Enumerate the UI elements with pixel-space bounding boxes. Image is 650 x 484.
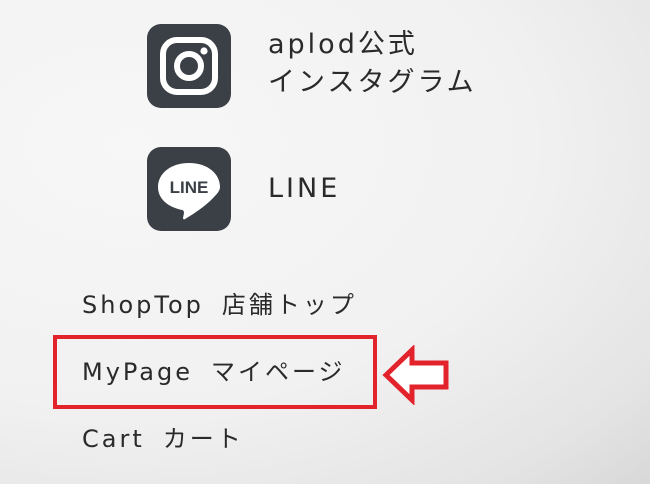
line-icon-text: LINE — [170, 178, 209, 197]
line-icon[interactable]: LINE — [147, 147, 231, 231]
nav-cart-en: Cart — [82, 425, 145, 453]
nav-cart-link[interactable]: Cart カート — [82, 424, 244, 454]
instagram-label-line2: インスタグラム — [268, 67, 477, 98]
line-glyph: LINE — [158, 163, 220, 220]
instagram-icon[interactable] — [147, 24, 231, 108]
instagram-glyph — [160, 37, 218, 95]
arrow-left-icon — [382, 345, 449, 405]
highlight-box — [53, 335, 377, 409]
nav-shoptop-jp: 店舗トップ — [221, 291, 357, 319]
instagram-link-label[interactable]: aplod公式 インスタグラム — [268, 26, 477, 102]
nav-shoptop-link[interactable]: ShopTop 店舗トップ — [82, 290, 357, 320]
line-link-label[interactable]: LINE — [268, 170, 340, 208]
nav-cart-jp: カート — [162, 425, 244, 453]
nav-shoptop-en: ShopTop — [82, 291, 204, 319]
instagram-label-line1: aplod公式 — [268, 29, 418, 60]
